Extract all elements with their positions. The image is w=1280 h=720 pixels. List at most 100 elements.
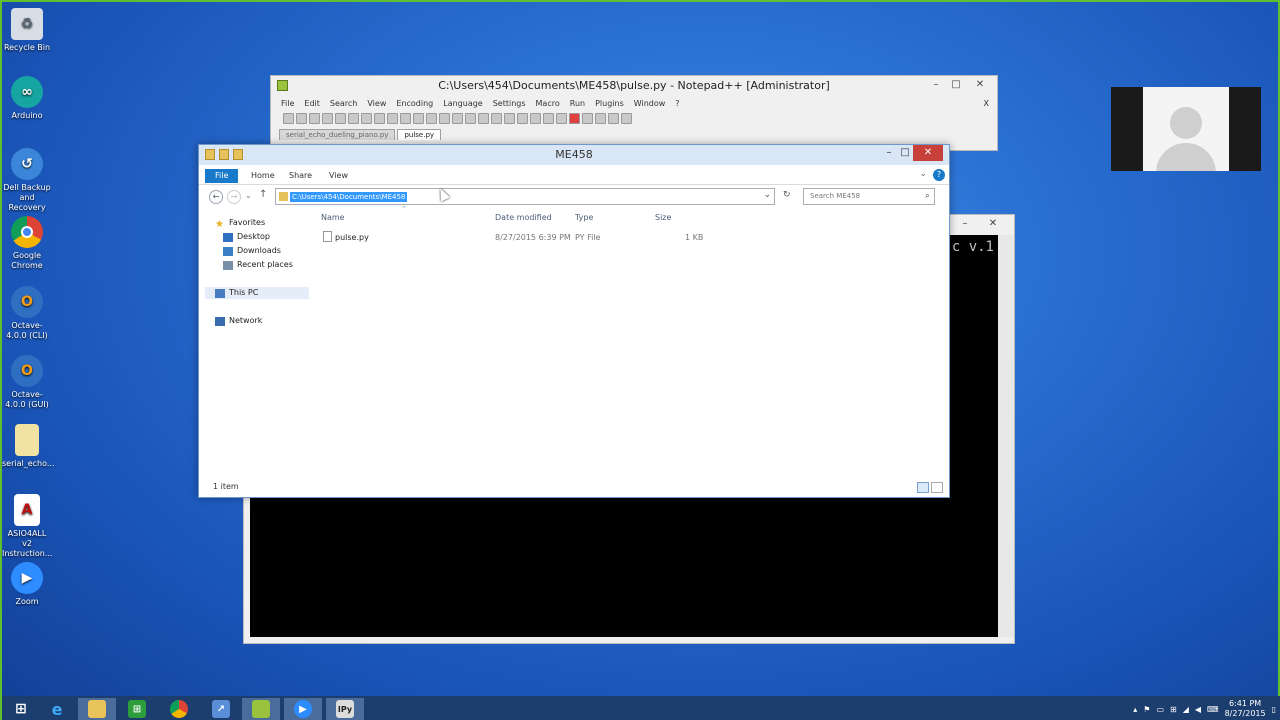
- taskbar-notepadpp[interactable]: [242, 698, 280, 720]
- redo-icon[interactable]: [426, 112, 437, 124]
- taskbar-ipython[interactable]: IPy: [326, 698, 364, 720]
- taskbar-store[interactable]: ⊞: [118, 698, 156, 720]
- network-tray-icon[interactable]: ◢: [1183, 705, 1189, 714]
- desktop-icon-serial-echo[interactable]: serial_echo...: [2, 424, 55, 469]
- nav-this-pc[interactable]: This PC: [205, 287, 309, 299]
- help-icon[interactable]: ?: [933, 169, 945, 181]
- address-bar[interactable]: C:\Users\454\Documents\ME458 ⌄: [275, 188, 775, 205]
- menu-settings[interactable]: Settings: [493, 99, 526, 108]
- open-file-icon[interactable]: [296, 112, 307, 124]
- menu-search[interactable]: Search: [330, 99, 357, 108]
- cut-icon[interactable]: [374, 112, 385, 124]
- menu-file[interactable]: File: [281, 99, 294, 108]
- show-hidden-icons-icon[interactable]: ▴: [1133, 705, 1137, 714]
- zoom-in-icon[interactable]: [465, 112, 476, 124]
- tab-pulse-py[interactable]: pulse.py: [397, 129, 442, 140]
- details-view-icon[interactable]: [917, 482, 929, 493]
- record-macro-icon[interactable]: [569, 112, 580, 124]
- start-button[interactable]: ⊞: [2, 698, 40, 720]
- search-input[interactable]: Search ME458 ⌕: [803, 188, 935, 205]
- desktop-icon-recycle-bin[interactable]: ♻ Recycle Bin: [2, 8, 52, 53]
- print-icon[interactable]: [361, 112, 372, 124]
- menu-encoding[interactable]: Encoding: [396, 99, 433, 108]
- tab-view[interactable]: View: [329, 169, 348, 183]
- show-all-chars-icon[interactable]: [530, 112, 541, 124]
- close-document-button[interactable]: X: [984, 99, 989, 108]
- menu-language[interactable]: Language: [443, 99, 482, 108]
- column-header-type[interactable]: Type: [575, 213, 593, 222]
- indent-guide-icon[interactable]: [543, 112, 554, 124]
- recent-locations-icon[interactable]: ⌄: [245, 191, 252, 200]
- maximize-button[interactable]: □: [945, 76, 967, 94]
- lang-icon[interactable]: [556, 112, 567, 124]
- console-scrollbar[interactable]: [998, 235, 1014, 637]
- volume-icon[interactable]: ◀: [1195, 705, 1201, 714]
- notepadpp-window[interactable]: C:\Users\454\Documents\ME458\pulse.py - …: [270, 75, 998, 151]
- save-all-icon[interactable]: [322, 112, 333, 124]
- close-button[interactable]: ✕: [969, 76, 991, 94]
- menu-view[interactable]: View: [367, 99, 386, 108]
- expand-ribbon-icon[interactable]: ⌄: [919, 169, 927, 179]
- play-macro-icon[interactable]: [595, 112, 606, 124]
- tab-file[interactable]: File: [205, 169, 239, 183]
- undo-icon[interactable]: [413, 112, 424, 124]
- nav-network[interactable]: Network: [215, 315, 262, 327]
- save-icon[interactable]: [309, 112, 320, 124]
- file-row[interactable]: pulse.py 8/27/2015 6:39 PM PY File 1 KB: [319, 231, 719, 245]
- properties-icon[interactable]: [219, 149, 229, 160]
- taskbar-zoom[interactable]: ▶: [284, 698, 322, 720]
- desktop-icon-octave-cli[interactable]: O Octave-4.0.0 (CLI): [2, 286, 52, 341]
- word-wrap-icon[interactable]: [517, 112, 528, 124]
- close-button[interactable]: ✕: [982, 215, 1004, 233]
- column-header-size[interactable]: Size: [655, 213, 671, 222]
- run-macro-icon[interactable]: [608, 112, 619, 124]
- explorer-titlebar[interactable]: ME458 – □ ✕: [199, 145, 949, 165]
- save-macro-icon[interactable]: [621, 112, 632, 124]
- display-icon[interactable]: ▭: [1156, 705, 1164, 714]
- tab-home[interactable]: Home: [251, 169, 275, 183]
- find-icon[interactable]: [439, 112, 450, 124]
- menu-edit[interactable]: Edit: [304, 99, 320, 108]
- address-text[interactable]: C:\Users\454\Documents\ME458: [290, 192, 408, 202]
- copy-icon[interactable]: [387, 112, 398, 124]
- up-button[interactable]: ↑: [259, 189, 267, 200]
- nav-favorites[interactable]: ★ Favorites: [215, 217, 265, 230]
- address-dropdown-icon[interactable]: ⌄: [763, 190, 771, 200]
- nav-downloads[interactable]: Downloads: [223, 245, 281, 257]
- stop-macro-icon[interactable]: [582, 112, 593, 124]
- close-icon[interactable]: [335, 112, 346, 124]
- tab-share[interactable]: Share: [289, 169, 312, 183]
- column-header-name[interactable]: Name: [321, 213, 345, 222]
- zoom-out-icon[interactable]: [478, 112, 489, 124]
- sync-horizontal-icon[interactable]: [504, 112, 515, 124]
- menu-macro[interactable]: Macro: [536, 99, 560, 108]
- taskbar-clock[interactable]: 6:41 PM 8/27/2015: [1225, 699, 1266, 719]
- taskbar-file-explorer[interactable]: [78, 698, 116, 720]
- minimize-button[interactable]: –: [954, 215, 976, 233]
- back-button[interactable]: ←: [209, 190, 223, 204]
- refresh-button[interactable]: ↻: [783, 190, 791, 200]
- desktop-icon-octave-gui[interactable]: O Octave-4.0.0 (GUI): [2, 355, 52, 410]
- desktop-icon-dell-backup[interactable]: ↺ Dell Backup and Recovery: [2, 148, 52, 213]
- close-button[interactable]: ✕: [913, 145, 943, 161]
- desktop-icon-asio4all[interactable]: A ASIO4ALL v2 Instruction...: [2, 494, 52, 559]
- nav-recent-places[interactable]: Recent places: [223, 259, 293, 271]
- keyboard-icon[interactable]: ⌨: [1207, 705, 1219, 714]
- notifications-icon[interactable]: ▯: [1272, 705, 1276, 714]
- sync-vertical-icon[interactable]: [491, 112, 502, 124]
- flag-icon[interactable]: ⚑: [1143, 705, 1150, 714]
- taskbar-internet-explorer[interactable]: e: [38, 698, 76, 720]
- large-icons-view-icon[interactable]: [931, 482, 943, 493]
- taskbar-remote[interactable]: ↗: [202, 698, 240, 720]
- column-header-date-modified[interactable]: Date modified: [495, 213, 552, 222]
- search-icon[interactable]: ⌕: [925, 189, 930, 204]
- desktop-icon-zoom[interactable]: ▶ Zoom: [2, 562, 52, 607]
- new-file-icon[interactable]: [283, 112, 294, 124]
- desktop-icon-chrome[interactable]: Google Chrome: [2, 216, 52, 271]
- taskbar-chrome[interactable]: [160, 698, 198, 720]
- close-all-icon[interactable]: [348, 112, 359, 124]
- menu-run[interactable]: Run: [570, 99, 585, 108]
- tab-serial-echo[interactable]: serial_echo_dueling_piano.py: [279, 129, 396, 140]
- nav-desktop[interactable]: Desktop: [223, 231, 270, 243]
- minimize-button[interactable]: –: [925, 76, 947, 94]
